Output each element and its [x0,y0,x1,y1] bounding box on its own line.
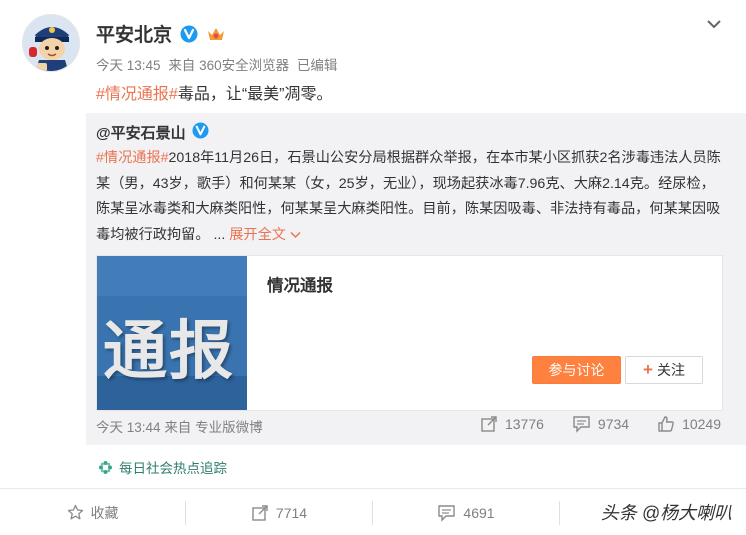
verified-badge-icon [192,122,209,143]
share-icon [481,416,497,432]
topic-flower-icon [99,460,112,474]
author-header: 平安北京 [96,20,226,47]
chevron-down-icon[interactable] [704,14,724,34]
comment-icon [573,416,590,433]
post-source: 来自 360安全浏览器 [168,58,290,73]
repost-button[interactable]: 7714 [186,489,372,535]
tag-label: 每日社会热点追踪 [119,461,227,476]
author-name[interactable]: 平安北京 [96,20,172,47]
repost-author-header: @平安石景山 [96,122,209,143]
comment-icon [438,504,456,522]
repost-body: 2018年11月26日，石景山公安分局根据群众举报，在本市某小区抓获2名涉毒违法… [96,150,721,243]
plus-icon: + [643,360,653,379]
comment-count: 4691 [463,504,495,521]
follow-button[interactable]: + 关注 [625,356,703,384]
edited-label[interactable]: 已编辑 [297,58,338,73]
thumbs-up-icon [658,416,674,432]
repost-like-action[interactable]: 10249 [657,415,721,433]
favorite-button[interactable]: 收藏 [0,489,185,535]
repost-actions: 13776 9734 10249 [480,415,721,433]
post-body: 毒品，让“最美”凋零。 [177,86,333,103]
author-avatar[interactable] [22,14,80,72]
watermark: 头条 @杨大喇叭 [600,503,732,523]
repost-source: 来自 专业版微博 [164,420,263,435]
repost-author-name[interactable]: @平安石景山 [96,122,186,143]
police-mascot-icon [23,15,79,71]
repost-block: @平安石景山 #情况通报#2018年11月26日，石景山公安分局根据群众举报，在… [86,113,746,445]
card-thumbnail[interactable]: 通报 [97,256,247,410]
repost-share-action[interactable]: 13776 [480,415,544,433]
topic-card[interactable]: 通报 情况通报 参与讨论 + 关注 [96,255,723,411]
repost-meta: 今天 13:44 来自 专业版微博 [96,416,263,436]
verified-badge-icon [180,24,199,43]
thumbnail-text: 通报 [103,315,235,389]
repost-text: #情况通报#2018年11月26日，石景山公安分局根据群众举报，在本市某小区抓获… [96,146,721,248]
weibo-post: 平安北京 今天 13:45 来自 360安全浏览器 已编辑 #情况通报#毒品，让… [0,0,746,535]
topic-link[interactable]: #情况通报# [96,86,178,103]
repost-count: 7714 [275,504,308,521]
repost-count: 13776 [504,416,544,432]
repost-topic-link[interactable]: #情况通报# [96,150,169,166]
chevron-down-icon [290,231,301,238]
expand-full-text-link[interactable]: 展开全文 [229,227,301,243]
topic-tag-line[interactable]: 每日社会热点追踪 [98,457,227,477]
share-icon [252,504,268,521]
card-title[interactable]: 情况通报 [267,272,333,296]
divider [559,501,560,525]
post-meta: 今天 13:45 来自 360安全浏览器 已编辑 [96,54,341,74]
follow-label: 关注 [656,362,685,378]
repost-time[interactable]: 今天 13:44 [96,420,161,435]
comment-count: 9734 [597,416,630,432]
star-icon [67,504,83,520]
favorite-label: 收藏 [90,504,119,521]
join-discussion-button[interactable]: 参与讨论 [532,356,621,384]
post-time[interactable]: 今天 13:45 [96,58,161,73]
comment-button[interactable]: 4691 [373,489,559,535]
post-text: #情况通报#毒品，让“最美”凋零。 [96,80,332,104]
vip-crown-icon[interactable] [206,25,226,43]
like-count: 10249 [682,416,721,432]
repost-comment-action[interactable]: 9734 [572,415,629,433]
